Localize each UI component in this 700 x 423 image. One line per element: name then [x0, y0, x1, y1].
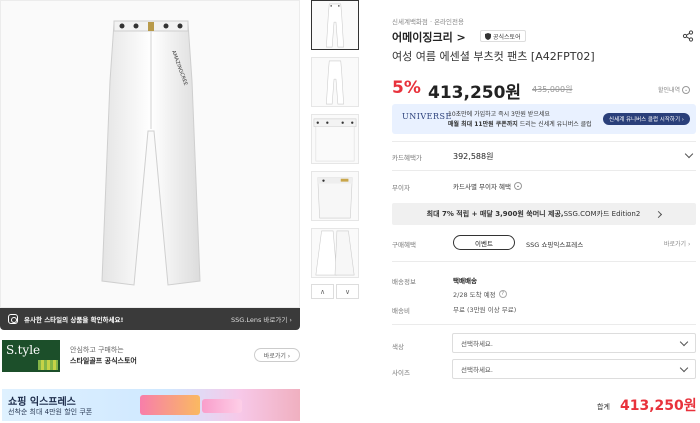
- lens-link[interactable]: SSG.Lens 바로가기 ›: [231, 314, 292, 324]
- shipping-label: 배송정보: [392, 278, 416, 286]
- main-product-image[interactable]: AMAZINGCREE: [0, 0, 300, 308]
- universe-line1: 10초만에 가입하고 즉시 3만원 받으세요: [448, 111, 550, 118]
- express-banner[interactable]: 쇼핑 익스프레스 선착순 최대 4만원 할인 쿠폰: [2, 389, 300, 421]
- thumbnail-4[interactable]: [311, 171, 359, 221]
- official-store-badge[interactable]: 공식스토어: [480, 30, 526, 42]
- shipping-method: 택배배송: [453, 277, 477, 285]
- divider: [392, 170, 696, 171]
- thumb-next-button[interactable]: ∨: [336, 284, 359, 299]
- shipping-fee: 무료 (3만원 이상 무료): [453, 306, 517, 314]
- universe-banner[interactable]: UNIVERSE 10초만에 가입하고 즉시 3만원 받으세요 매월 최대 11…: [392, 104, 696, 134]
- brand-link[interactable]: 어메이징크리 >: [392, 29, 466, 45]
- thumbnail-3[interactable]: [311, 114, 359, 164]
- interest-free-link[interactable]: 카드사별 무이자 혜택 ⌄: [453, 181, 522, 191]
- thumb-prev-button[interactable]: ∧: [311, 284, 334, 299]
- store-name: 스타일골프 공식스토어: [70, 357, 137, 365]
- chevron-down-icon: [679, 337, 689, 346]
- help-icon[interactable]: ?: [498, 290, 507, 298]
- chevron-down-icon[interactable]: [684, 149, 694, 159]
- express-subtitle: 선착순 최대 4만원 할인 쿠폰: [8, 408, 93, 416]
- universe-line2: 매월 최대 11만원 쿠폰까지 드리는 신세계 유니버스 클럽: [448, 121, 592, 128]
- card-price-value: 392,588원: [453, 152, 494, 161]
- interest-free-label: 무이자: [392, 184, 410, 192]
- share-icon[interactable]: [682, 30, 694, 42]
- card-price-label: 카드혜택가: [392, 154, 422, 162]
- chevron-down-icon: ⌄: [682, 85, 691, 94]
- store-sub: 안심하고 구매하는: [70, 346, 124, 354]
- chevron-down-icon: ⌄: [513, 182, 522, 190]
- discount-rate: 5%: [392, 78, 421, 98]
- store-go-button[interactable]: 바로가기 ›: [254, 348, 300, 362]
- thumbnail-5[interactable]: [311, 228, 359, 278]
- purchase-benefit-label: 구매혜택: [392, 241, 416, 249]
- camera-icon: [8, 314, 18, 324]
- benefit-go-link[interactable]: 바로가기 ›: [664, 239, 690, 248]
- shipping-eta: 2/28 도착 예정 ?: [453, 289, 507, 299]
- breadcrumb[interactable]: 신세계백화점 · 온라인전용: [392, 16, 464, 26]
- total-price: 413,250원: [620, 398, 697, 414]
- card-promo-banner[interactable]: 최대 7% 적립 + 매달 3,900원 쑥머니 제공, SSG.COM카드 E…: [392, 203, 696, 225]
- lens-text: 유사한 스타일의 상품을 확인하세요!: [24, 316, 124, 324]
- universe-join-button[interactable]: 신세계 유니버스 클럽 시작하기 ›: [603, 113, 690, 125]
- size-select[interactable]: 선택하세요.: [452, 359, 696, 379]
- chevron-down-icon: [679, 363, 689, 372]
- thumbnail-nav: ∧ ∨: [311, 284, 359, 299]
- banner-decoration: [140, 395, 200, 415]
- express-title: 쇼핑 익스프레스: [8, 397, 76, 408]
- thumbnail-1[interactable]: [311, 0, 359, 50]
- pants-image: AMAZINGCREE: [101, 20, 201, 286]
- divider: [392, 324, 696, 325]
- divider: [392, 141, 696, 142]
- product-title: 여성 여름 에센셜 부츠컷 팬츠 [A42FPT02]: [392, 50, 595, 63]
- color-select[interactable]: 선택하세요.: [452, 333, 696, 353]
- color-option-label: 색상: [392, 343, 404, 351]
- size-option-label: 사이즈: [392, 369, 410, 377]
- event-button[interactable]: 이벤트: [453, 235, 515, 250]
- original-price: 435,000원: [532, 85, 573, 94]
- universe-logo: UNIVERSE: [402, 112, 452, 121]
- lens-bar[interactable]: 유사한 스타일의 상품을 확인하세요! SSG.Lens 바로가기 ›: [0, 308, 300, 330]
- thumbnail-2[interactable]: [311, 57, 359, 107]
- shield-icon: [485, 32, 491, 40]
- benefit-text: SSG 쇼핑익스프레스: [526, 241, 584, 249]
- chevron-right-icon: [655, 210, 663, 218]
- banner-decoration-2: [202, 399, 242, 413]
- store-text: 안심하고 구매하는 스타일골프 공식스토어: [70, 345, 137, 367]
- total-label: 합계: [597, 403, 610, 411]
- sale-price: 413,250원: [428, 83, 522, 103]
- divider: [392, 261, 696, 262]
- discount-info-link[interactable]: 할인내역 ⌄: [658, 85, 691, 94]
- store-logo[interactable]: S.tyle: [2, 340, 60, 372]
- shipping-fee-label: 배송비: [392, 307, 410, 315]
